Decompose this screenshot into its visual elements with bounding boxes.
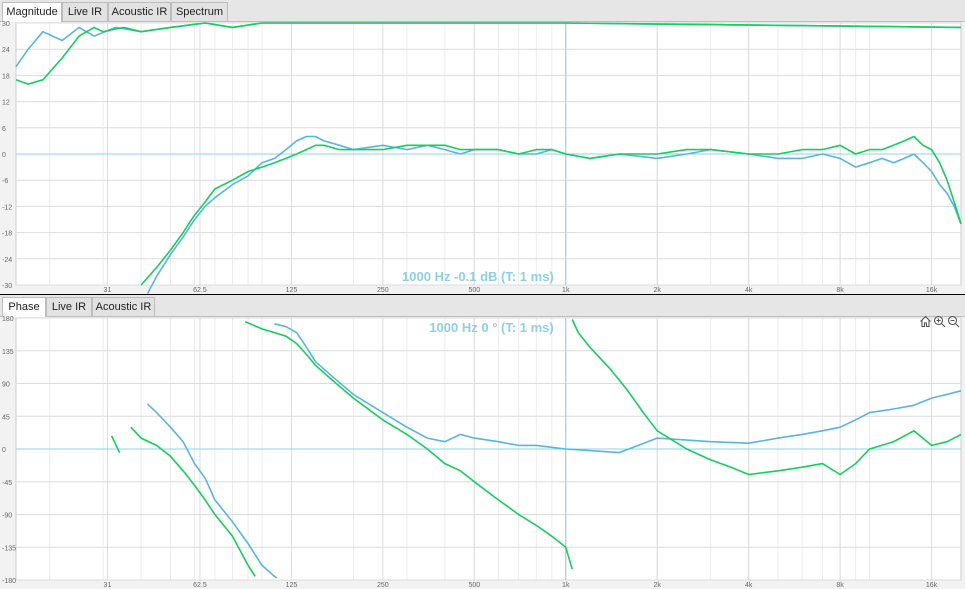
- y-tick-label: 18: [2, 73, 10, 80]
- phase-tab-bar: Phase Live IR Acoustic IR: [0, 295, 965, 317]
- y-tick-label: 180: [2, 316, 14, 323]
- y-tick-label: -135: [2, 545, 16, 552]
- x-tick-label: 1k: [562, 287, 570, 294]
- x-tick-label: 62.5: [193, 287, 207, 294]
- x-tick-label: 250: [377, 582, 389, 589]
- tab-live-ir[interactable]: Live IR: [62, 2, 108, 21]
- x-tick-label: 500: [468, 582, 480, 589]
- x-tick-label: 62.5: [193, 582, 207, 589]
- y-tick-label: 0: [2, 152, 6, 159]
- y-tick-label: -90: [2, 513, 12, 520]
- tab-phase[interactable]: Phase: [2, 297, 46, 317]
- y-tick-label: 30: [2, 21, 10, 28]
- zoom-in-icon[interactable]: [933, 315, 946, 328]
- y-tick-label: 90: [2, 382, 10, 389]
- x-tick-label: 4k: [745, 582, 753, 589]
- y-tick-label: -30: [2, 283, 12, 290]
- x-tick-label: 2k: [654, 582, 662, 589]
- zoom-out-icon[interactable]: [947, 315, 960, 328]
- x-tick-label: 16k: [926, 582, 938, 589]
- y-tick-label: 135: [2, 349, 14, 356]
- magnitude-tab-bar: Magnitude Live IR Acoustic IR Spectrum: [0, 0, 965, 22]
- x-tick-label: 125: [286, 582, 298, 589]
- y-tick-label: 0: [2, 447, 6, 454]
- y-tick-label: 24: [2, 47, 10, 54]
- tab-live-ir[interactable]: Live IR: [46, 297, 92, 316]
- x-tick-label: 31: [104, 287, 112, 294]
- x-tick-label: 31: [104, 582, 112, 589]
- x-tick-label: 250: [377, 287, 389, 294]
- cursor-readout: 1000 Hz 0 ° (T: 1 ms): [429, 320, 553, 335]
- x-tick-label: 8k: [836, 287, 844, 294]
- y-tick-label: -18: [2, 231, 12, 238]
- x-tick-label: 500: [468, 287, 480, 294]
- magnitude-panel: Magnitude Live IR Acoustic IR Spectrum 3…: [0, 0, 965, 294]
- magnitude-chart[interactable]: 30 24 18 12 6 0 -6 -12 -18 -24 -30 31 62.5 125 250 500 1…: [0, 21, 965, 294]
- home-icon[interactable]: [919, 315, 932, 328]
- tab-magnitude[interactable]: Magnitude: [2, 2, 62, 22]
- x-tick-label: 2k: [654, 287, 662, 294]
- tab-acoustic-ir[interactable]: Acoustic IR: [108, 2, 171, 21]
- x-tick-label: 1k: [562, 582, 570, 589]
- y-tick-label: -6: [2, 178, 8, 185]
- phase-chart[interactable]: 180 135 90 45 0 -45 -90 -135 -180 31 62.5 125 250 500…: [0, 316, 965, 589]
- cursor-readout: 1000 Hz -0.1 dB (T: 1 ms): [402, 269, 554, 284]
- tab-acoustic-ir[interactable]: Acoustic IR: [92, 297, 155, 316]
- y-tick-label: 45: [2, 414, 10, 421]
- x-tick-label: 8k: [836, 582, 844, 589]
- y-tick-label: -12: [2, 204, 12, 211]
- y-tick-label: -45: [2, 480, 12, 487]
- y-tick-label: -24: [2, 257, 12, 264]
- phase-panel: Phase Live IR Acoustic IR 180 135 90 45 0 -45…: [0, 295, 965, 589]
- tab-spectrum[interactable]: Spectrum: [171, 2, 228, 21]
- y-tick-label: -180: [2, 578, 16, 585]
- x-tick-label: 4k: [745, 287, 753, 294]
- x-tick-label: 125: [286, 287, 298, 294]
- y-tick-label: 12: [2, 100, 10, 107]
- x-tick-label: 16k: [926, 287, 938, 294]
- y-tick-label: 6: [2, 126, 6, 133]
